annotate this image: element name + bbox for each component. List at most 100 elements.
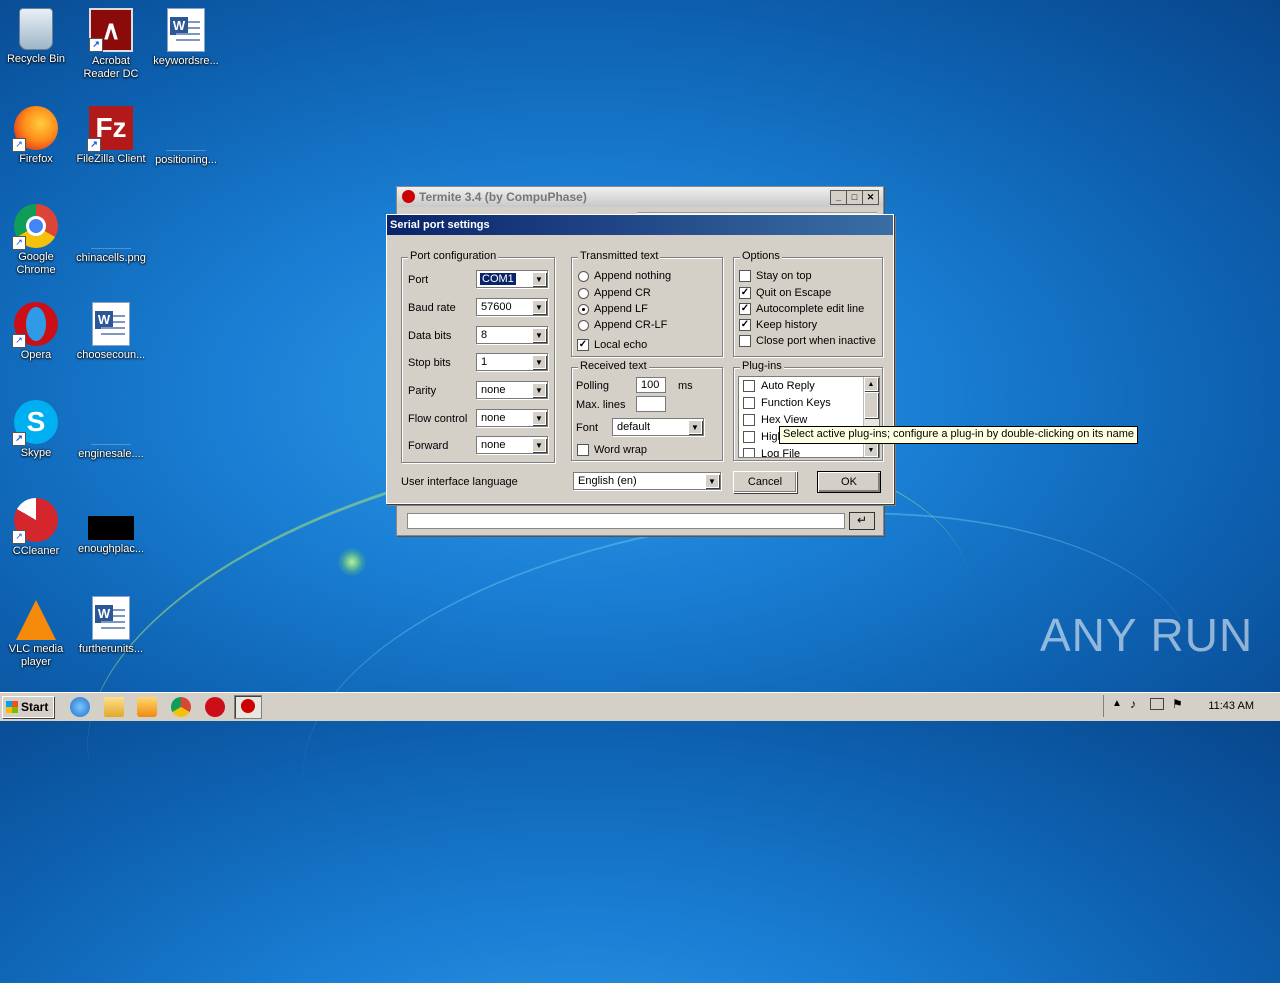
parity-select[interactable]: none ▼	[476, 381, 548, 399]
speaker-icon[interactable]: ♪	[1130, 697, 1136, 711]
autocomplete-checkbox[interactable]: ✓	[739, 303, 751, 315]
desktop-icon-positioning[interactable]: positioning...	[148, 106, 224, 167]
shortcut-arrow-icon: ↗	[12, 530, 26, 544]
windows-logo-icon	[6, 701, 18, 713]
command-input[interactable]	[407, 513, 845, 529]
local-echo-checkbox[interactable]: ✓	[577, 339, 589, 351]
plugin-item-hex-view[interactable]: Hex View	[761, 414, 807, 426]
desktop-icon-label: VLC media player	[8, 643, 64, 668]
desktop-icon-enginesale[interactable]: enginesale....	[73, 400, 149, 461]
append-nothing-radio[interactable]	[578, 271, 589, 282]
desktop-icon-label: CCleaner	[12, 545, 60, 557]
termite-taskbar-button[interactable]	[234, 695, 262, 719]
plugins-group: Plug-ins Auto Reply Function Keys Hex Vi…	[733, 360, 883, 461]
desktop-icon-keywordsre[interactable]: W keywordsre...	[148, 8, 224, 68]
filezilla-icon: Fz ↗	[87, 106, 133, 152]
maximize-button[interactable]: □	[846, 190, 863, 205]
data-bits-label: Data bits	[408, 330, 452, 342]
plugin-checkbox[interactable]	[743, 380, 755, 392]
close-port-inactive-checkbox[interactable]	[739, 335, 751, 347]
close-button[interactable]: ✕	[862, 190, 879, 205]
font-select[interactable]: default ▼	[612, 418, 704, 436]
append-lf-label: Append LF	[594, 303, 648, 315]
desktop-icon-firefox[interactable]: ↗ Firefox	[0, 106, 74, 166]
scroll-up-icon[interactable]: ▲	[864, 377, 878, 391]
network-icon[interactable]	[1150, 698, 1164, 710]
ok-button[interactable]: OK	[817, 471, 881, 493]
desktop-icon-furtherunits[interactable]: W furtherunits...	[73, 596, 149, 656]
word-wrap-checkbox[interactable]	[577, 444, 589, 456]
chrome-taskbar-icon[interactable]	[171, 697, 191, 717]
show-hidden-icons-icon[interactable]: ▲	[1112, 698, 1122, 709]
port-select[interactable]: COM1 ▼	[476, 270, 548, 288]
stop-bits-select[interactable]: 1 ▼	[476, 353, 548, 371]
plugin-item-log-file[interactable]: Log File	[761, 448, 800, 457]
desktop-icon-vlc[interactable]: VLC media player	[0, 596, 74, 669]
serial-port-settings-dialog[interactable]: Serial port settings Port configuration …	[386, 214, 894, 504]
plugin-checkbox[interactable]	[743, 414, 755, 426]
desktop-icon-filezilla[interactable]: Fz ↗ FileZilla Client	[73, 106, 149, 166]
plugins-scrollbar[interactable]: ▲ ▼	[863, 377, 879, 457]
clock[interactable]: 11:43 AM	[1208, 700, 1254, 712]
plugin-item-function-keys[interactable]: Function Keys	[761, 397, 831, 409]
data-bits-select[interactable]: 8 ▼	[476, 326, 548, 344]
baud-rate-label: Baud rate	[408, 302, 456, 314]
cancel-button[interactable]: Cancel	[733, 471, 797, 493]
dialog-title: Serial port settings	[387, 215, 893, 235]
append-cr-radio[interactable]	[578, 288, 589, 299]
plugin-checkbox[interactable]	[743, 397, 755, 409]
recycle-bin-icon	[19, 8, 53, 50]
desktop-icon-enoughplac[interactable]: enoughplac...	[73, 498, 149, 556]
chevron-down-icon: ▼	[532, 355, 546, 369]
explorer-icon[interactable]	[104, 697, 124, 717]
baud-rate-select[interactable]: 57600 ▼	[476, 298, 548, 316]
flow-control-select[interactable]: none ▼	[476, 409, 548, 427]
desktop-icon-choosecoun[interactable]: W choosecoun...	[73, 302, 149, 362]
polling-input[interactable]: 100	[636, 377, 666, 393]
group-legend: Plug-ins	[740, 360, 784, 372]
port-configuration-group: Port configuration Port COM1 ▼ Baud rate …	[401, 250, 555, 463]
taskbar: Start ▲ ♪ ⚑ 11:43 AM	[0, 692, 1280, 721]
chevron-down-icon: ▼	[532, 411, 546, 425]
max-lines-input[interactable]	[636, 396, 666, 412]
skype-icon: S ↗	[12, 400, 58, 446]
system-tray: ▲ ♪ ⚑ 11:43 AM	[1103, 695, 1280, 717]
plugin-item-auto-reply[interactable]: Auto Reply	[761, 380, 815, 392]
keep-history-checkbox[interactable]: ✓	[739, 319, 751, 331]
ui-language-select[interactable]: English (en) ▼	[573, 472, 721, 490]
opera-taskbar-icon[interactable]	[205, 697, 225, 717]
internet-explorer-icon[interactable]	[70, 697, 90, 717]
desktop-icon-skype[interactable]: S ↗ Skype	[0, 400, 74, 460]
forward-select[interactable]: none ▼	[476, 436, 548, 454]
desktop-icon-opera[interactable]: ↗ Opera	[0, 302, 74, 362]
desktop-icon-label: choosecoun...	[76, 349, 146, 361]
quit-on-escape-checkbox[interactable]: ✓	[739, 287, 751, 299]
desktop-icon-ccleaner[interactable]: ↗ CCleaner	[0, 498, 74, 558]
desktop-icon-label: Firefox	[19, 153, 53, 165]
chevron-down-icon: ▼	[532, 328, 546, 342]
transmitted-text-group: Transmitted text Append nothing Append C…	[571, 250, 723, 357]
anyrun-watermark: ANY RUN	[1040, 609, 1254, 661]
scroll-thumb[interactable]	[864, 392, 878, 418]
desktop-icon-recycle-bin[interactable]: Recycle Bin	[0, 8, 74, 66]
termite-titlebar[interactable]: Termite 3.4 (by CompuPhase) _ □ ✕	[397, 187, 883, 207]
file-icon	[91, 422, 131, 445]
stay-on-top-checkbox[interactable]	[739, 270, 751, 282]
start-button[interactable]: Start	[2, 696, 54, 718]
desktop-icon-chinacells[interactable]: chinacells.png	[73, 204, 149, 265]
plugin-checkbox[interactable]	[743, 431, 755, 443]
port-label: Port	[408, 274, 429, 286]
action-center-flag-icon[interactable]: ⚑	[1172, 697, 1183, 711]
media-player-icon[interactable]	[137, 697, 157, 717]
desktop-icon-chrome[interactable]: ↗ Google Chrome	[0, 204, 74, 277]
minimize-button[interactable]: _	[830, 190, 847, 205]
plugin-checkbox[interactable]	[743, 448, 755, 457]
shortcut-arrow-icon: ↗	[89, 38, 103, 52]
plugins-list[interactable]: Auto Reply Function Keys Hex View High L…	[738, 376, 880, 458]
scroll-down-icon[interactable]: ▼	[864, 443, 878, 457]
send-button[interactable]: ↵	[849, 512, 875, 530]
append-crlf-radio[interactable]	[578, 320, 589, 331]
desktop-icon-label: Skype	[20, 447, 52, 459]
append-lf-radio[interactable]	[578, 304, 589, 315]
desktop-icon-acrobat[interactable]: ∧ ↗ Acrobat Reader DC	[73, 8, 149, 81]
